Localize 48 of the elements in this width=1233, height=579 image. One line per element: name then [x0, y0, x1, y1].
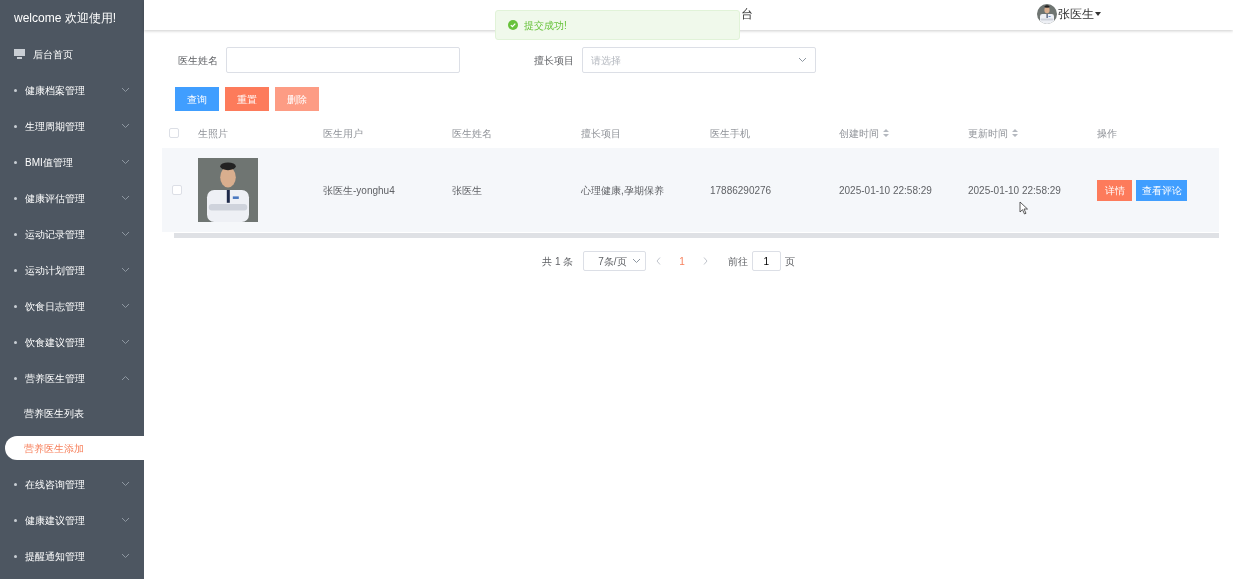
column-header: 医生用户	[323, 126, 363, 141]
goto-label: 前往	[727, 254, 748, 269]
monitor-icon	[14, 49, 25, 59]
user-menu[interactable]: 张医生	[1058, 5, 1094, 23]
column-header: 生照片	[198, 126, 228, 141]
column-header: 医生姓名	[452, 126, 492, 141]
chevron-icon	[632, 258, 642, 264]
sidebar-item[interactable]: 饮食日志管理	[0, 288, 144, 324]
total-count: 共 1 条	[542, 254, 574, 269]
chevron-icon	[798, 57, 807, 63]
sidebar-item[interactable]: 健康建议管理	[0, 502, 144, 538]
header-title: 台	[741, 6, 753, 23]
sidebar-item[interactable]: 运动计划管理	[0, 252, 144, 288]
sidebar-item[interactable]: 健康评估管理	[0, 180, 144, 216]
table-cell-text: 张医生-yonghu4	[323, 183, 395, 198]
column-header: 擅长项目	[581, 126, 621, 141]
sidebar-item[interactable]: 在线咨询管理	[0, 466, 144, 502]
table-cell-text: 心理健康,孕期保养	[581, 183, 664, 198]
table-cell-text: 2025-01-10 22:58:29	[839, 183, 932, 198]
input-field[interactable]	[226, 47, 460, 73]
sidebar-item[interactable]: 提醒通知管理	[0, 538, 144, 574]
field-label: 擅长项目	[534, 53, 574, 68]
sidebar-item[interactable]: 饮食建议管理	[0, 324, 144, 360]
field-label: 医生姓名	[178, 53, 218, 68]
table-cell-text: 张医生	[452, 183, 482, 198]
sidebar-item[interactable]: BMI值管理	[0, 144, 144, 180]
table-cell-text: 2025-01-10 22:58:29	[968, 183, 1061, 198]
sidebar-item[interactable]: 营养医生管理	[0, 360, 144, 396]
caret-icon	[1095, 12, 1101, 16]
success-icon	[508, 20, 518, 30]
sidebar-item[interactable]: 健康档案管理	[0, 72, 144, 108]
sidebar-title: welcome 欢迎使用!	[13, 10, 118, 27]
sidebar-item[interactable]: 运动记录管理	[0, 216, 144, 252]
next-icon	[702, 257, 708, 265]
prev-icon	[656, 257, 662, 265]
sidebar-item[interactable]: 生理周期管理	[0, 108, 144, 144]
sidebar-item[interactable]: 后台首页	[0, 36, 144, 72]
column-header: 操作	[1097, 126, 1117, 141]
goto-suffix: 页	[784, 254, 795, 269]
sidebar-subitem[interactable]: 营养医生列表	[0, 396, 144, 431]
checkbox[interactable]	[169, 128, 179, 138]
cursor-icon	[1019, 201, 1029, 215]
checkbox[interactable]	[172, 185, 182, 195]
column-header: 医生手机	[710, 126, 750, 141]
page-input[interactable]: 1	[751, 251, 781, 271]
table-cell-text: 17886290276	[710, 183, 772, 198]
toast-message: 提交成功!	[495, 10, 740, 40]
page-size-select[interactable]: 7条/页	[583, 251, 647, 271]
